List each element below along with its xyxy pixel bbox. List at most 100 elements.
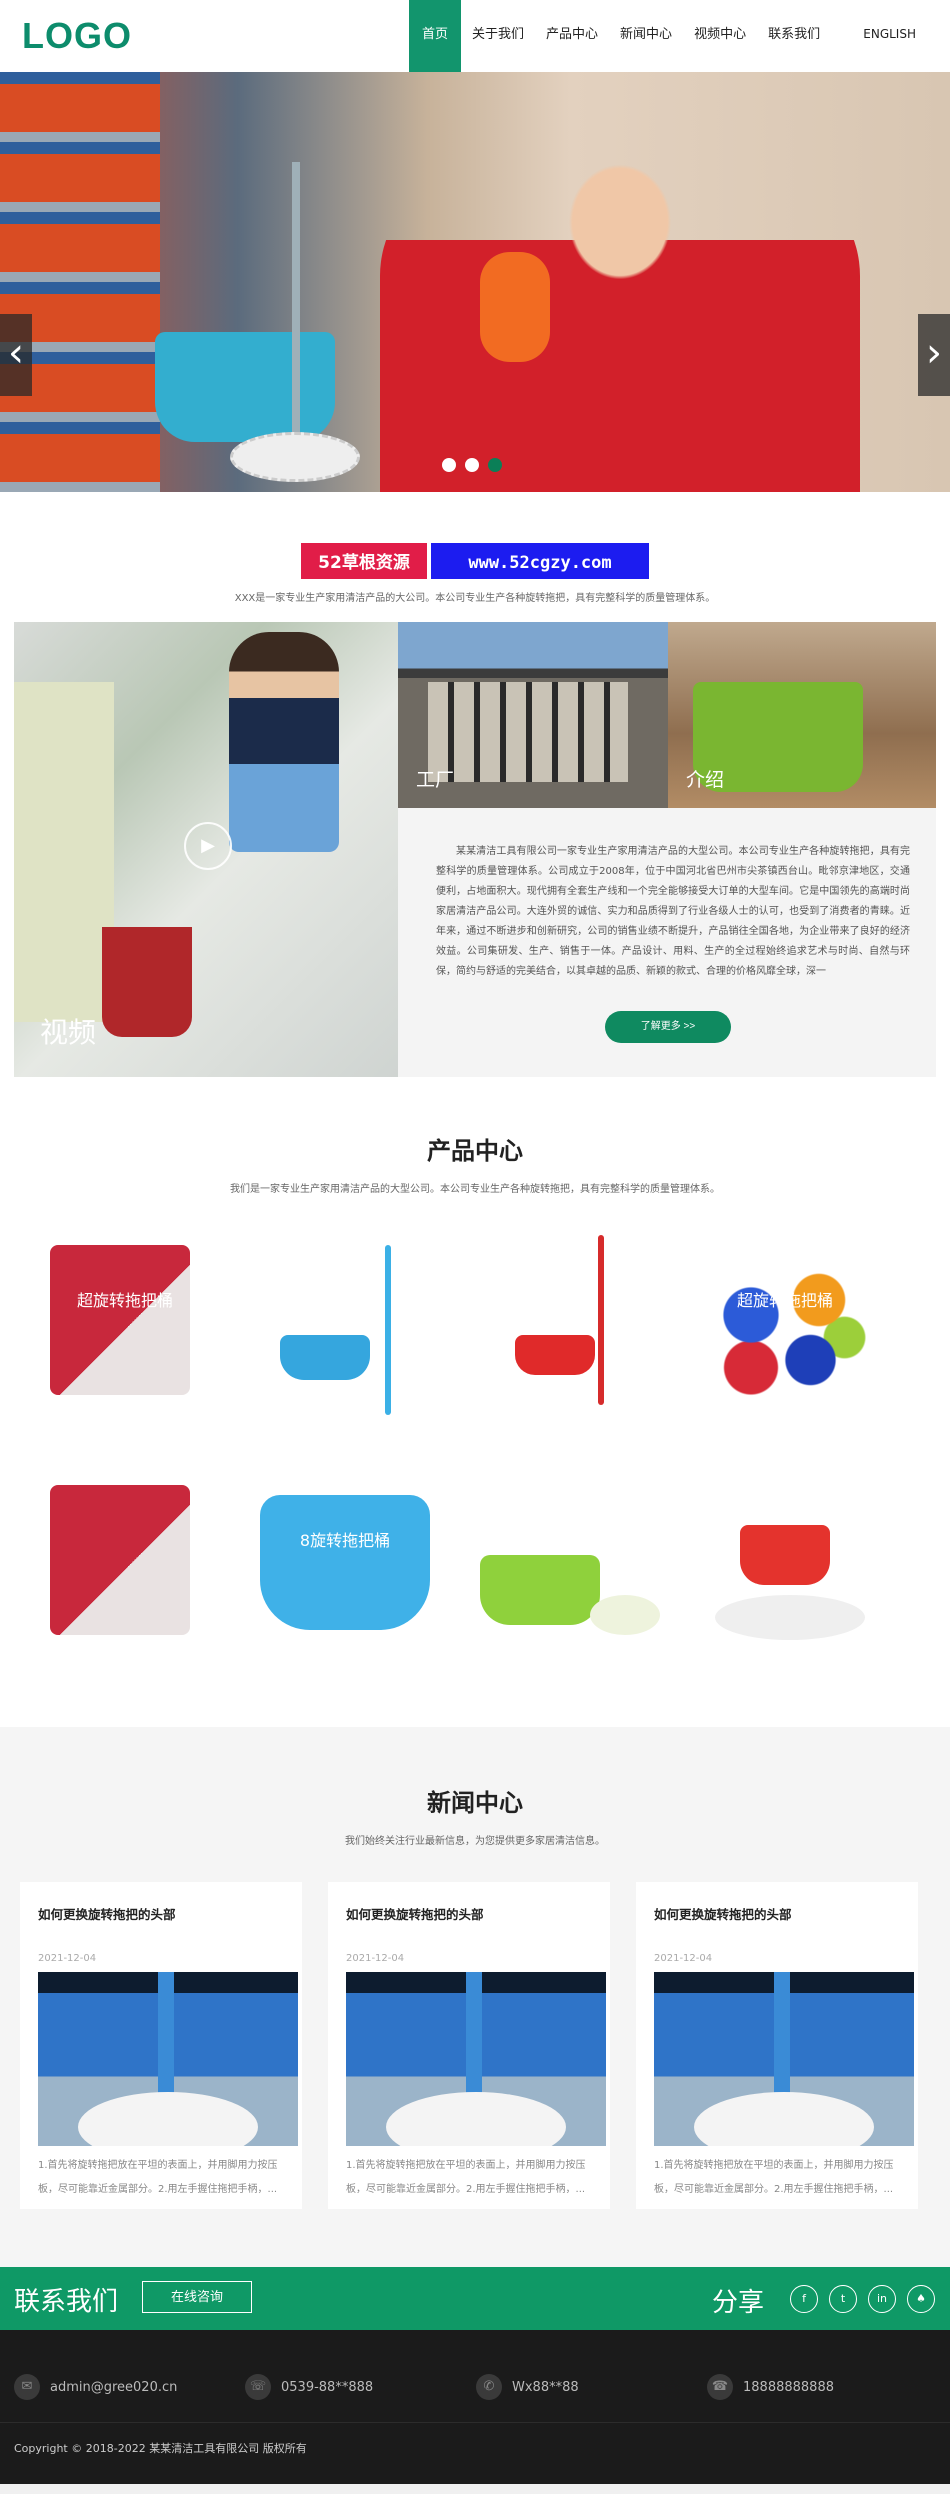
product-card[interactable]: 超旋转拖把桶 xyxy=(30,1235,220,1425)
site-footer: ✉ admin@gree020.cn ☏ 0539-88**888 ✆ Wx88**8… xyxy=(0,2330,950,2494)
nav-products[interactable]: 产品中心 xyxy=(535,0,609,72)
news-card[interactable]: 如何更换旋转拖把的头部 2021-12-04 1.首先将旋转拖把放在平坦的表面上… xyxy=(328,1882,610,2209)
news-card[interactable]: 如何更换旋转拖把的头部 2021-12-04 1.首先将旋转拖把放在平坦的表面上… xyxy=(20,1882,302,2209)
product-image xyxy=(260,1495,430,1630)
product-card[interactable]: 8旋转拖把桶 xyxy=(250,1475,440,1665)
product-grid: 超旋转拖把桶 超旋转拖把桶 8旋转拖把桶 xyxy=(0,1195,950,1715)
news-card-date: 2021-12-04 xyxy=(346,1953,405,1964)
footer-mobile-text: 18888888888 xyxy=(743,2379,834,2395)
about-grid: ▶ 视频 工厂 介绍 某某清洁工具有限公司一家专业生产家用清洁产品的大型公司。本… xyxy=(14,622,936,1077)
product-image xyxy=(480,1555,600,1625)
banner-shelf-graphic xyxy=(0,72,160,492)
footer-wechat: ✆ Wx88**88 xyxy=(476,2374,579,2400)
banner-pagination xyxy=(442,458,502,472)
product-handle-graphic xyxy=(598,1235,604,1405)
news-card-date: 2021-12-04 xyxy=(654,1953,713,1964)
language-switch[interactable]: ENGLISH xyxy=(863,27,916,41)
contact-bar: 联系我们 在线咨询 分享 f t in ♠ xyxy=(0,2267,950,2330)
intro-tile[interactable]: 介绍 xyxy=(668,622,936,808)
wechat-share-icon[interactable]: ♠ xyxy=(907,2285,935,2313)
factory-label: 工厂 xyxy=(416,769,455,791)
site-header: LOGO 首页 关于我们 产品中心 新闻中心 视频中心 联系我们 ENGLISH xyxy=(0,0,950,72)
watermark-text-1: 52草根资源 xyxy=(299,541,429,581)
banner-mop-head xyxy=(230,432,360,482)
news-card-excerpt: 1.首先将旋转拖把放在平坦的表面上，并用脚用力按压板，尽可能靠近金属部分。2.用… xyxy=(654,2160,894,2195)
banner-dot-2[interactable] xyxy=(465,458,479,472)
hero-banner: ‹ › xyxy=(0,72,950,492)
product-card[interactable] xyxy=(250,1235,440,1425)
linkedin-icon[interactable]: in xyxy=(868,2285,896,2313)
news-card-excerpt: 1.首先将旋转拖把放在平坦的表面上，并用脚用力按压板，尽可能靠近金属部分。2.用… xyxy=(38,2160,278,2195)
nav-home[interactable]: 首页 xyxy=(409,0,462,72)
product-caption: 超旋转拖把桶 xyxy=(76,1291,173,1310)
news-card[interactable]: 如何更换旋转拖把的头部 2021-12-04 1.首先将旋转拖把放在平坦的表面上… xyxy=(636,1882,918,2209)
twitter-icon[interactable]: t xyxy=(829,2285,857,2313)
banner-dot-3[interactable] xyxy=(488,458,502,472)
banner-glove-graphic xyxy=(480,252,550,362)
news-title: 新闻中心 xyxy=(427,1789,523,1817)
nav-news[interactable]: 新闻中心 xyxy=(609,0,683,72)
footer-phone: ☏ 0539-88**888 xyxy=(245,2374,373,2400)
logo[interactable]: LOGO xyxy=(22,15,132,57)
product-image xyxy=(515,1335,595,1375)
wechat-icon: ✆ xyxy=(476,2374,502,2400)
banner-dot-1[interactable] xyxy=(442,458,456,472)
products-subtitle: 我们是一家专业生产家用清洁产品的大型公司。本公司专业生产各种旋转拖把，具有完整科… xyxy=(230,1184,720,1195)
news-card-image[interactable] xyxy=(654,1972,914,2146)
about-subtitle: XXX是一家专业生产家用清洁产品的大公司。本公司专业生产各种旋转拖把，具有完整科… xyxy=(234,593,716,604)
footer-email: ✉ admin@gree020.cn xyxy=(14,2374,177,2400)
video-person-graphic xyxy=(229,632,339,852)
news-card-title[interactable]: 如何更换旋转拖把的头部 xyxy=(346,1904,592,1923)
video-label: 视频 xyxy=(40,1016,97,1049)
mobile-icon: ☎ xyxy=(707,2374,733,2400)
product-image xyxy=(50,1245,190,1395)
product-card[interactable] xyxy=(470,1235,660,1425)
product-mophead-graphic xyxy=(590,1595,660,1635)
products-title: 产品中心 xyxy=(427,1137,523,1165)
banner-bucket-graphic xyxy=(155,332,335,442)
play-icon[interactable]: ▶ xyxy=(184,822,232,870)
product-image xyxy=(280,1335,370,1380)
mail-icon: ✉ xyxy=(14,2374,40,2400)
nav-videos[interactable]: 视频中心 xyxy=(683,0,757,72)
product-caption: 8旋转拖把桶 xyxy=(299,1531,391,1550)
footer-email-text[interactable]: admin@gree020.cn xyxy=(50,2380,177,2395)
phone-icon: ☏ xyxy=(245,2374,271,2400)
products-section: 产品中心 我们是一家专业生产家用清洁产品的大型公司。本公司专业生产各种旋转拖把，… xyxy=(0,1077,950,1727)
product-card[interactable]: 超旋转拖把桶 xyxy=(690,1235,880,1425)
watermark-text-2: www.52cgzy.com xyxy=(429,541,651,581)
nav-about[interactable]: 关于我们 xyxy=(461,0,535,72)
product-mophead-graphic xyxy=(715,1595,865,1640)
product-card[interactable] xyxy=(470,1475,660,1665)
factory-building-graphic xyxy=(428,682,628,782)
learn-more-button[interactable]: 了解更多 >> xyxy=(605,1011,731,1043)
video-cabinet-graphic xyxy=(14,682,114,1022)
about-header: 52草根资源 www.52cgzy.com XXX是一家专业生产家用清洁产品的大… xyxy=(0,492,950,622)
share-label: 分享 xyxy=(712,2288,765,2318)
product-card[interactable] xyxy=(30,1475,220,1665)
banner-next-arrow[interactable]: › xyxy=(918,314,950,396)
product-card[interactable] xyxy=(690,1475,880,1665)
product-handle-graphic xyxy=(385,1245,391,1415)
banner-mop-handle xyxy=(292,162,300,462)
facebook-icon[interactable]: f xyxy=(790,2285,818,2313)
banner-person-graphic xyxy=(380,132,860,492)
product-image xyxy=(740,1525,830,1585)
online-consult-button[interactable]: 在线咨询 xyxy=(142,2281,252,2313)
product-caption: 超旋转拖把桶 xyxy=(736,1291,833,1310)
news-card-date: 2021-12-04 xyxy=(38,1953,97,1964)
news-subtitle: 我们始终关注行业最新信息，为您提供更多家居清洁信息。 xyxy=(345,1836,605,1847)
banner-prev-arrow[interactable]: ‹ xyxy=(0,314,32,396)
taskbar-strip xyxy=(0,2484,950,2494)
footer-phone-text: 0539-88**888 xyxy=(281,2379,374,2395)
news-card-image[interactable] xyxy=(346,1972,606,2146)
main-nav: 首页 关于我们 产品中心 新闻中心 视频中心 联系我们 xyxy=(409,0,831,72)
nav-contact[interactable]: 联系我们 xyxy=(757,0,831,72)
news-card-title[interactable]: 如何更换旋转拖把的头部 xyxy=(654,1904,900,1923)
factory-tile[interactable]: 工厂 xyxy=(398,622,668,808)
news-card-image[interactable] xyxy=(38,1972,298,2146)
footer-mobile: ☎ 18888888888 xyxy=(707,2374,834,2400)
video-tile[interactable]: ▶ 视频 xyxy=(14,622,398,1077)
watermark-banner: 52草根资源 www.52cgzy.com xyxy=(299,541,651,581)
news-card-title[interactable]: 如何更换旋转拖把的头部 xyxy=(38,1904,284,1923)
